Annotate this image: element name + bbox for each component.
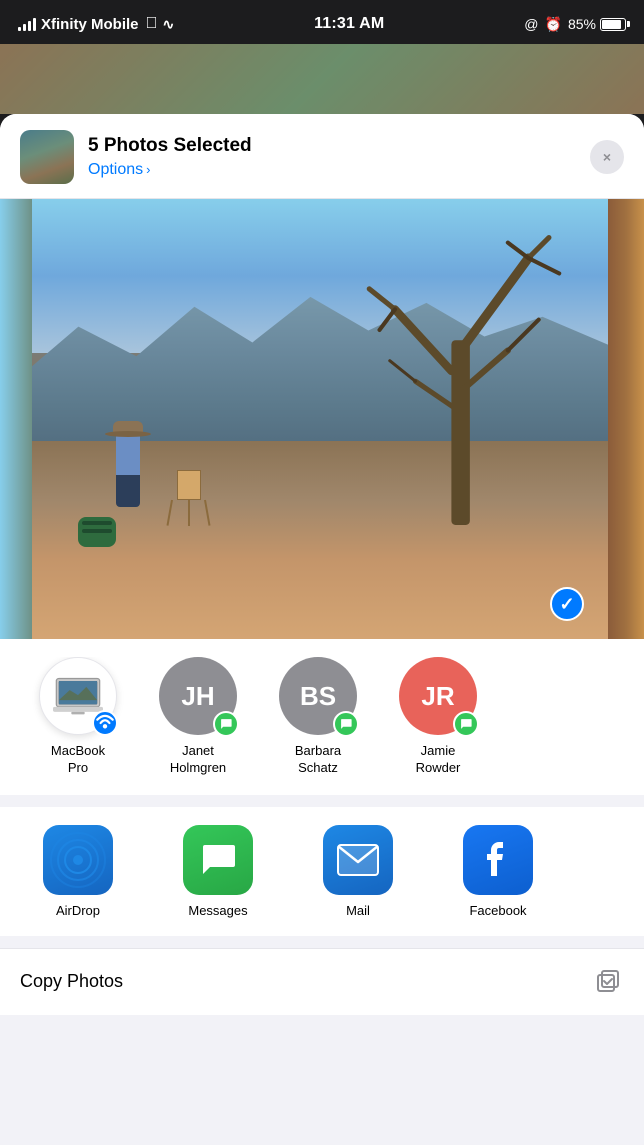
tree-svg — [345, 217, 589, 525]
battery-percent-label: 85% — [568, 16, 596, 32]
app-facebook[interactable]: Facebook — [428, 825, 568, 918]
painter-figure — [113, 421, 143, 507]
messages-icon-barbara — [339, 717, 353, 731]
apps-scroll: AirDrop Messages — [0, 825, 644, 918]
people-scroll: MacBook Pro JH Janet Holmgren — [0, 657, 644, 777]
app-airdrop[interactable]: AirDrop — [8, 825, 148, 918]
messages-app-icon — [183, 825, 253, 895]
messages-badge-janet — [213, 711, 239, 737]
janet-initials: JH — [181, 681, 214, 712]
header-text: 5 Photos Selected Options › — [88, 135, 576, 179]
person-janet-holmgren[interactable]: JH Janet Holmgren — [138, 657, 258, 777]
barbara-initials: BS — [300, 681, 336, 712]
status-bar: Xfinity Mobile  ∿ 11:31 AM @ ⏰ 85% — [0, 0, 644, 44]
carrier-label: Xfinity Mobile — [41, 16, 139, 33]
photo-left-preview — [0, 199, 36, 639]
person-macbook-pro[interactable]: MacBook Pro — [18, 657, 138, 777]
photo-main: ✓ — [32, 199, 612, 639]
barbara-name-line1: Barbara — [295, 743, 341, 760]
bottom-action-row[interactable]: Copy Photos — [0, 948, 644, 1015]
battery-container: 85% — [568, 16, 626, 32]
selection-checkmark: ✓ — [550, 587, 584, 621]
app-messages[interactable]: Messages — [148, 825, 288, 918]
wifi-icon:  — [146, 15, 158, 33]
status-left: Xfinity Mobile  ∿ — [18, 15, 174, 33]
messages-bubble-icon — [198, 840, 238, 880]
battery-icon — [600, 18, 626, 31]
messages-icon-janet — [219, 717, 233, 731]
messages-app-label: Messages — [188, 903, 247, 918]
macbook-name-line2: Pro — [68, 760, 88, 777]
alarm-icon: ⏰ — [545, 16, 562, 33]
jamie-avatar: JR — [399, 657, 477, 735]
photo-strip[interactable]: ✓ — [0, 199, 644, 639]
photos-selected-title: 5 Photos Selected — [88, 135, 576, 158]
people-section: MacBook Pro JH Janet Holmgren — [0, 639, 644, 795]
photo-thumbnail — [20, 130, 74, 184]
copy-photos-label: Copy Photos — [20, 971, 123, 992]
janet-name-line1: Janet — [182, 743, 214, 760]
messages-badge-barbara — [333, 711, 359, 737]
share-header: 5 Photos Selected Options › × — [0, 114, 644, 199]
janet-avatar: JH — [159, 657, 237, 735]
person-jamie-rowder[interactable]: JR Jamie Rowder — [378, 657, 498, 777]
battery-fill — [602, 20, 621, 29]
close-button[interactable]: × — [590, 140, 624, 174]
background-photo — [0, 44, 644, 114]
photo-right-preview — [608, 199, 644, 639]
airdrop-rings — [43, 825, 113, 895]
macbook-avatar — [39, 657, 117, 735]
at-symbol: @ — [524, 16, 538, 32]
barbara-avatar: BS — [279, 657, 357, 735]
status-right: @ ⏰ 85% — [524, 16, 626, 33]
copy-icon — [594, 967, 624, 997]
copy-photos-icon — [594, 967, 622, 995]
options-label: Options — [88, 161, 143, 179]
airdrop-app-label: AirDrop — [56, 903, 100, 918]
easel — [171, 470, 206, 525]
mail-app-icon — [323, 825, 393, 895]
chevron-right-icon: › — [146, 162, 150, 177]
airdrop-signal-badge — [92, 710, 118, 736]
messages-badge-jamie — [453, 711, 479, 737]
jamie-initials: JR — [421, 681, 454, 712]
facebook-app-label: Facebook — [469, 903, 526, 918]
mail-envelope-icon — [337, 844, 379, 876]
airdrop-app-icon — [43, 825, 113, 895]
signal-bars-icon — [18, 17, 36, 31]
jamie-name-line2: Rowder — [416, 760, 461, 777]
person-barbara-schatz[interactable]: BS Barbara Schatz — [258, 657, 378, 777]
macbook-name-line1: MacBook — [51, 743, 105, 760]
janet-name-line2: Holmgren — [170, 760, 226, 777]
airdrop-signal-icon — [94, 703, 116, 743]
apps-section: AirDrop Messages — [0, 807, 644, 936]
mail-app-label: Mail — [346, 903, 370, 918]
facebook-app-icon — [463, 825, 533, 895]
app-mail[interactable]: Mail — [288, 825, 428, 918]
share-sheet: 5 Photos Selected Options › × — [0, 114, 644, 1145]
airdrop-ring-3 — [50, 832, 106, 888]
barbara-name-line2: Schatz — [298, 760, 338, 777]
messages-icon-jamie — [459, 717, 473, 731]
tree-area — [345, 217, 589, 525]
backpack — [78, 517, 116, 547]
wifi-symbol: ∿ — [163, 16, 175, 33]
options-link[interactable]: Options › — [88, 161, 576, 179]
facebook-f-icon — [481, 840, 515, 880]
status-time: 11:31 AM — [314, 15, 384, 33]
jamie-name-line1: Jamie — [421, 743, 456, 760]
